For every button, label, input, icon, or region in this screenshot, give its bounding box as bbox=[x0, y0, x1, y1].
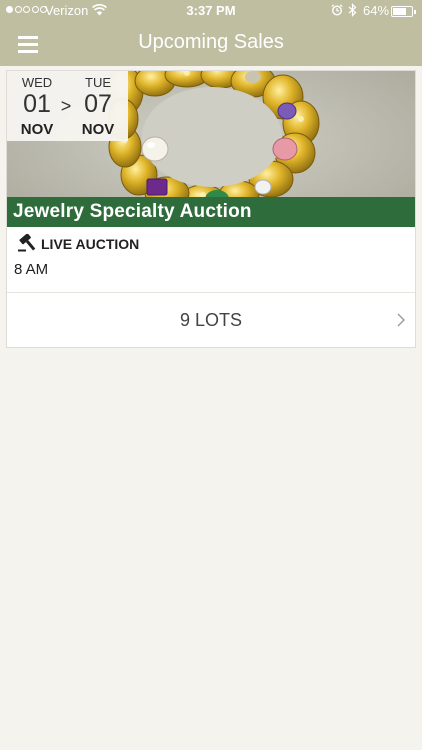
sale-title[interactable]: Jewelry Specialty Auction bbox=[13, 201, 252, 223]
start-weekday: WED bbox=[21, 75, 53, 90]
battery-icon bbox=[391, 6, 416, 17]
end-date: 07 bbox=[84, 90, 112, 118]
sale-type-label: LIVE AUCTION bbox=[41, 236, 140, 252]
page-title: Upcoming Sales bbox=[138, 31, 284, 53]
sale-image[interactable]: WED 01 NOV > TUE 07 NOV Jewelry Specialt… bbox=[7, 71, 415, 227]
alarm-icon bbox=[331, 4, 343, 19]
status-bar: Verizon 3:37 PM 64% bbox=[0, 0, 422, 22]
bluetooth-icon bbox=[348, 3, 357, 20]
start-month: NOV bbox=[20, 121, 54, 138]
start-date: 01 bbox=[23, 90, 51, 118]
end-weekday: TUE bbox=[85, 75, 111, 90]
chevron-right-icon bbox=[397, 313, 405, 332]
lots-count: 9 LOTS bbox=[179, 310, 243, 330]
sale-title-band: Jewelry Specialty Auction bbox=[7, 197, 415, 227]
date-separator: > bbox=[60, 96, 72, 116]
end-month: NOV bbox=[81, 121, 115, 138]
sale-date-range: WED 01 NOV > TUE 07 NOV bbox=[7, 71, 128, 141]
clock: 3:37 PM bbox=[186, 3, 236, 18]
view-lots-button[interactable]: 9 LOTS bbox=[7, 293, 415, 348]
sale-start-time: 8 AM bbox=[14, 261, 49, 278]
battery-percent: 64% bbox=[363, 3, 390, 18]
sale-card[interactable]: WED 01 NOV > TUE 07 NOV Jewelry Specialt… bbox=[6, 70, 416, 348]
top-bar: Verizon 3:37 PM 64% Upcoming Sales bbox=[0, 0, 422, 66]
gavel-icon bbox=[18, 233, 38, 257]
